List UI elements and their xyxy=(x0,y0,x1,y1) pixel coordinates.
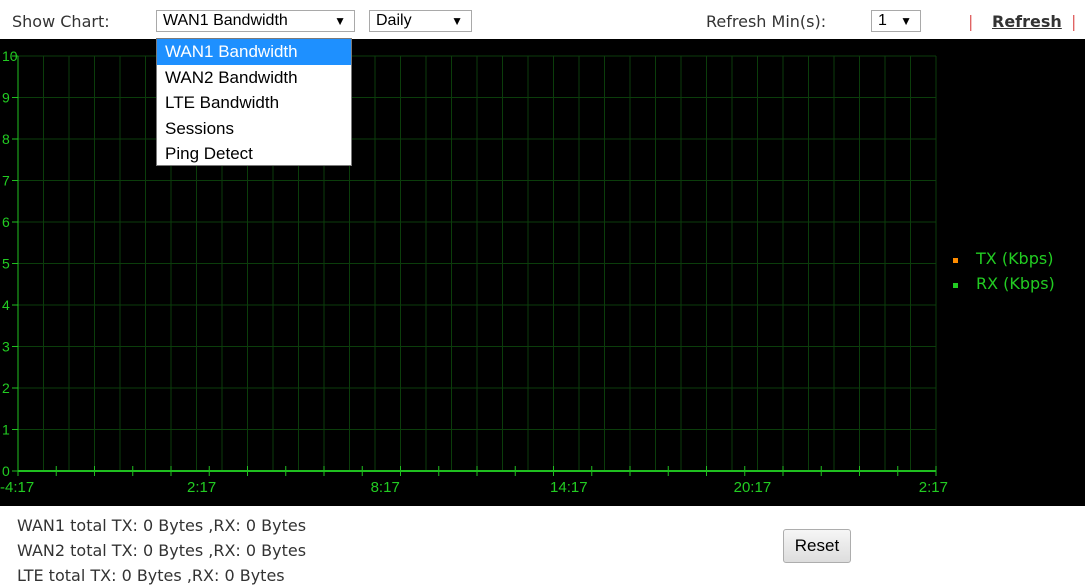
y-tick-label: 1 xyxy=(2,422,10,438)
x-tick-label: 2:17 xyxy=(919,479,948,496)
refresh-link[interactable]: Refresh xyxy=(992,12,1062,31)
x-tick-label: 2:17 xyxy=(187,479,216,496)
y-tick-label: 7 xyxy=(2,173,10,189)
legend-marker xyxy=(953,283,958,288)
dropdown-option-sessions[interactable]: Sessions xyxy=(157,116,351,142)
chart-type-select[interactable]: WAN1 Bandwidth ▼ xyxy=(156,10,355,32)
wan2-total-stat: WAN2 total TX: 0 Bytes ,RX: 0 Bytes xyxy=(17,541,307,560)
separator: | xyxy=(1071,12,1077,31)
y-tick-label: 10 xyxy=(2,48,18,64)
refresh-min-select[interactable]: 1 ▼ xyxy=(871,10,921,32)
chart-type-select-value: WAN1 Bandwidth xyxy=(163,12,288,29)
y-tick-label: 8 xyxy=(2,131,10,147)
dropdown-option-wan2-bandwidth[interactable]: WAN2 Bandwidth xyxy=(157,65,351,91)
dropdown-option-wan1-bandwidth[interactable]: WAN1 Bandwidth xyxy=(157,39,351,65)
chevron-down-icon: ▼ xyxy=(334,14,346,28)
wan1-total-stat: WAN1 total TX: 0 Bytes ,RX: 0 Bytes xyxy=(17,516,307,535)
chevron-down-icon: ▼ xyxy=(900,14,912,28)
period-select-value: Daily xyxy=(376,12,412,29)
lte-total-stat: LTE total TX: 0 Bytes ,RX: 0 Bytes xyxy=(17,566,285,585)
x-tick-label: 14:17 xyxy=(550,479,588,496)
chart-type-dropdown[interactable]: WAN1 Bandwidth WAN2 Bandwidth LTE Bandwi… xyxy=(156,38,352,166)
chevron-down-icon: ▼ xyxy=(451,14,463,28)
y-tick-label: 0 xyxy=(2,463,10,479)
legend-label: RX (Kbps) xyxy=(976,274,1055,293)
y-tick-label: 5 xyxy=(2,256,10,272)
y-tick-label: 9 xyxy=(2,90,10,106)
show-chart-label: Show Chart: xyxy=(12,12,110,31)
separator: | xyxy=(968,12,974,31)
dropdown-option-lte-bandwidth[interactable]: LTE Bandwidth xyxy=(157,90,351,116)
y-tick-label: 3 xyxy=(2,339,10,355)
x-tick-label: 20:17 xyxy=(734,479,772,496)
x-tick-label: 8:17 xyxy=(371,479,400,496)
legend-label: TX (Kbps) xyxy=(975,249,1053,268)
reset-button[interactable]: Reset xyxy=(783,529,851,563)
refresh-min-select-value: 1 xyxy=(878,12,887,29)
y-tick-label: 4 xyxy=(2,297,10,313)
legend-marker xyxy=(953,258,958,263)
x-tick-label: -4:17 xyxy=(0,479,34,496)
y-tick-label: 6 xyxy=(2,214,10,230)
period-select[interactable]: Daily ▼ xyxy=(369,10,472,32)
y-tick-label: 2 xyxy=(2,380,10,396)
dropdown-option-ping-detect[interactable]: Ping Detect xyxy=(157,141,351,167)
refresh-min-label: Refresh Min(s): xyxy=(706,12,827,31)
